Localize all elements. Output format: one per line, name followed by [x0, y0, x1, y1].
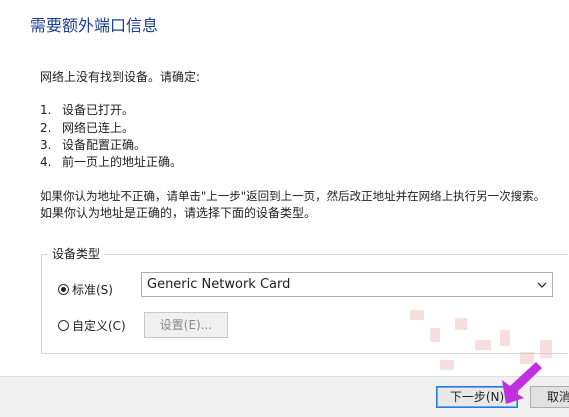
list-item-number: 4. — [40, 155, 52, 169]
hint-text-incorrect: 如果你认为地址不正确，请单击"上一步"返回到上一页，然后改正地址并在网络上执行另… — [40, 189, 546, 203]
list-item: 1. 设备已打开。 — [40, 102, 134, 118]
list-item-text: 设备配置正确。 — [62, 138, 147, 152]
list-item: 2. 网络已连上。 — [40, 120, 134, 136]
custom-radio[interactable]: 自定义(C) — [58, 317, 126, 334]
standard-device-value: Generic Network Card — [147, 277, 291, 292]
list-item-text: 设备已打开。 — [62, 103, 135, 117]
list-item-number: 2. — [40, 121, 52, 135]
pointer-arrow-icon — [502, 362, 542, 404]
intro-text: 网络上没有找到设备。请确定: — [40, 70, 201, 84]
hint-text-correct: 如果你认为地址是正确的，请选择下面的设备类型。 — [40, 206, 317, 220]
list-item: 4. 前一页上的地址正确。 — [40, 154, 182, 170]
page-title: 需要额外端口信息 — [30, 16, 159, 35]
wizard-page: 需要额外端口信息 网络上没有找到设备。请确定: 1. 设备已打开。 2. 网络已连上… — [0, 0, 569, 417]
list-item-text: 前一页上的地址正确。 — [62, 155, 183, 169]
standard-radio[interactable]: 标准(S) — [58, 281, 113, 298]
settings-button[interactable]: 设置(E)... — [144, 312, 228, 338]
list-item-text: 网络已连上。 — [62, 121, 135, 135]
standard-device-select[interactable]: Generic Network Card — [141, 272, 553, 297]
radio-checked-icon[interactable] — [58, 284, 69, 295]
list-item: 3. 设备配置正确。 — [40, 137, 146, 153]
device-type-group-label: 设备类型 — [48, 246, 105, 262]
list-item-number: 3. — [40, 138, 52, 152]
radio-unchecked-icon[interactable] — [58, 320, 69, 331]
device-type-group — [41, 254, 568, 354]
standard-radio-label: 标准(S) — [72, 283, 113, 297]
custom-radio-label: 自定义(C) — [72, 319, 126, 333]
list-item-number: 1. — [40, 103, 52, 117]
chevron-down-icon — [537, 282, 547, 288]
